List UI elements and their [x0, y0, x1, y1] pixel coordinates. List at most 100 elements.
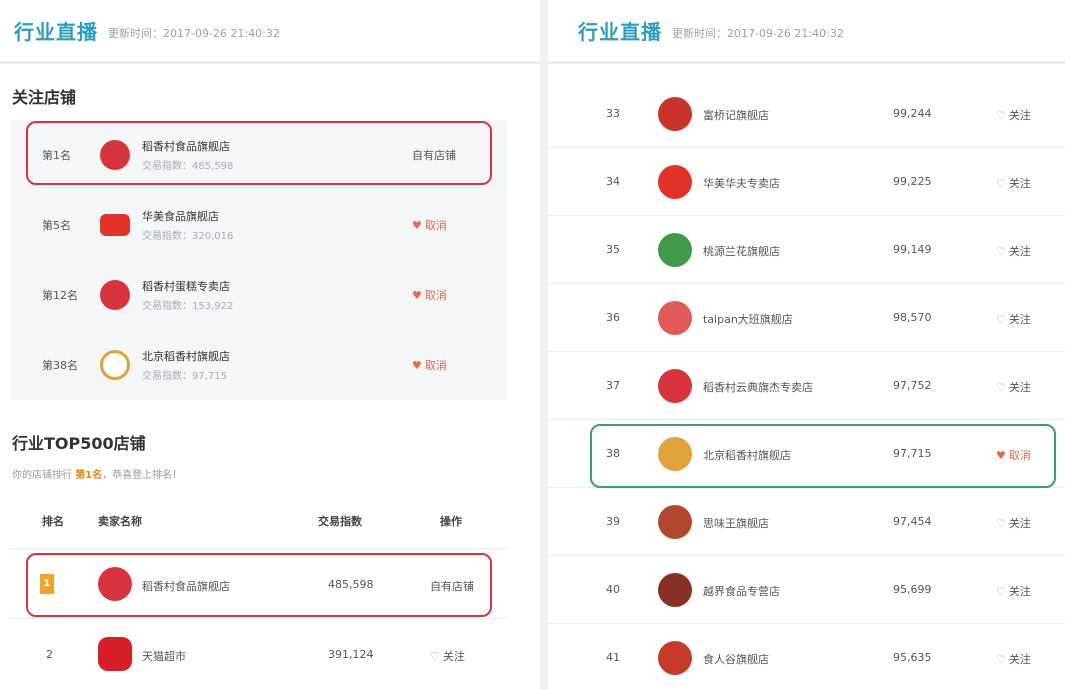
follow-button[interactable]: ♡ 关注	[996, 175, 1031, 191]
highlight-box	[26, 121, 492, 185]
right-panel: 行业直播 更新时间：2017-09-26 21:40:32 33 富桥记旗舰店 99…	[548, 0, 1065, 689]
trade-index: 99,225	[893, 175, 932, 188]
follow-button[interactable]: ♡ 关注	[996, 107, 1031, 123]
rank-number: 34	[606, 175, 620, 188]
follow-button[interactable]: ♡ 关注	[996, 379, 1031, 395]
store-name[interactable]: taipan大班旗舰店	[703, 311, 793, 327]
store-trade-index: 交易指数：153,922	[142, 301, 234, 312]
ranking-row[interactable]: 40 越界食品专营店 95,699 ♡ 关注	[548, 556, 1065, 624]
follow-section-title: 关注店铺	[12, 88, 77, 107]
follow-button[interactable]: ♡ 关注	[996, 651, 1031, 667]
rank-number: 37	[606, 379, 620, 392]
trade-index: 97,752	[893, 379, 932, 392]
store-trade-index: 交易指数：320,016	[142, 231, 234, 242]
store-logo-icon	[100, 350, 130, 380]
col-name: 卖家名称	[98, 515, 142, 528]
store-logo-icon	[658, 505, 692, 539]
ranking-row[interactable]: 35 桃源兰花旗舰店 99,149 ♡ 关注	[548, 216, 1065, 284]
store-rank: 第12名	[42, 289, 78, 302]
store-rank: 第5名	[42, 219, 71, 232]
follow-button[interactable]: ♡ 关注	[996, 311, 1031, 327]
store-trade-index: 交易指数：97,715	[142, 371, 227, 382]
trade-index: 99,149	[893, 243, 932, 256]
heart-icon: ♥	[412, 219, 422, 232]
heart-outline-icon: ♡	[996, 109, 1006, 122]
header-title: 行业直播	[578, 20, 662, 44]
unfollow-button[interactable]: ♥ 取消	[412, 357, 447, 373]
trade-index: 95,635	[893, 651, 932, 664]
trade-index: 99,244	[893, 107, 932, 120]
heart-outline-icon: ♡	[996, 585, 1006, 598]
divider	[10, 618, 507, 619]
rank-number: 39	[606, 515, 620, 528]
heart-outline-icon: ♡	[996, 517, 1006, 530]
store-rank: 第38名	[42, 359, 78, 372]
store-name[interactable]: 北京稻香村旗舰店	[142, 348, 412, 364]
left-panel: 行业直播 更新时间：2017-09-26 21:40:32 关注店铺 第1名 稻…	[0, 0, 540, 689]
heart-icon: ♥	[412, 289, 422, 302]
rank-number: 36	[606, 311, 620, 324]
store-logo-icon	[658, 641, 692, 675]
unfollow-button[interactable]: ♥ 取消	[412, 287, 447, 303]
follow-button[interactable]: ♡ 关注	[430, 648, 465, 664]
heart-outline-icon: ♡	[996, 177, 1006, 190]
rank-note: 你的店铺排行 第1名，恭喜登上排名！	[12, 470, 183, 481]
rank-number: 33	[606, 107, 620, 120]
rank-number: 41	[606, 651, 620, 664]
followed-store-row[interactable]: 第12名 稻香村蛋糕专卖店 交易指数：153,922 ♥ 取消	[10, 260, 507, 330]
top500-section-title: 行业TOP500店铺	[12, 434, 146, 453]
followed-store-row[interactable]: 第5名 华美食品旗舰店 交易指数：320,016 ♥ 取消	[10, 190, 507, 260]
store-name[interactable]: 华美食品旗舰店	[142, 208, 412, 224]
ranking-row[interactable]: 34 华美华夫专卖店 99,225 ♡ 关注	[548, 148, 1065, 216]
rank-number: 2	[46, 648, 53, 661]
follow-button[interactable]: ♡ 关注	[996, 243, 1031, 259]
highlight-box	[590, 424, 1056, 488]
left-header: 行业直播 更新时间：2017-09-26 21:40:32	[0, 0, 540, 64]
divider	[10, 548, 507, 549]
store-logo-icon	[100, 214, 130, 236]
follow-button[interactable]: ♡ 关注	[996, 583, 1031, 599]
store-name[interactable]: 桃源兰花旗舰店	[703, 243, 780, 259]
heart-outline-icon: ♡	[996, 653, 1006, 666]
col-rank: 排名	[42, 515, 64, 528]
ranking-row[interactable]: 33 富桥记旗舰店 99,244 ♡ 关注	[548, 80, 1065, 148]
store-logo-icon	[658, 573, 692, 607]
table-header: 排名 卖家名称 交易指数 操作	[10, 505, 507, 535]
followed-store-row[interactable]: 第38名 北京稻香村旗舰店 交易指数：97,715 ♥ 取消	[10, 330, 507, 400]
heart-outline-icon: ♡	[996, 313, 1006, 326]
store-logo-icon	[658, 301, 692, 335]
store-name[interactable]: 华美华夫专卖店	[703, 175, 780, 191]
store-logo-icon	[100, 280, 130, 310]
col-index: 交易指数	[318, 515, 362, 528]
panel-divider	[540, 0, 548, 689]
store-name[interactable]: 富桥记旗舰店	[703, 107, 769, 123]
ranking-row[interactable]: 39 思味王旗舰店 97,454 ♡ 关注	[548, 488, 1065, 556]
rank-number: 35	[606, 243, 620, 256]
ranking-row[interactable]: 36 taipan大班旗舰店 98,570 ♡ 关注	[548, 284, 1065, 352]
header-title: 行业直播	[14, 20, 98, 44]
heart-outline-icon: ♡	[996, 381, 1006, 394]
follow-button[interactable]: ♡ 关注	[996, 515, 1031, 531]
store-logo-icon	[658, 369, 692, 403]
unfollow-button[interactable]: ♥ 取消	[412, 217, 447, 233]
ranking-row[interactable]: 37 稻香村云典旗杰专卖店 97,752 ♡ 关注	[548, 352, 1065, 420]
heart-outline-icon: ♡	[996, 245, 1006, 258]
heart-icon: ♥	[412, 359, 422, 372]
table-row[interactable]: 2 天猫超市 391,124 ♡ 关注	[10, 622, 507, 686]
store-logo-icon	[658, 233, 692, 267]
update-time: 更新时间：2017-09-26 21:40:32	[108, 26, 280, 40]
highlight-box	[26, 553, 492, 617]
trade-index: 97,454	[893, 515, 932, 528]
store-name[interactable]: 思味王旗舰店	[703, 515, 769, 531]
store-logo-icon	[658, 97, 692, 131]
store-name[interactable]: 食人谷旗舰店	[703, 651, 769, 667]
store-name[interactable]: 越界食品专营店	[703, 583, 780, 599]
trade-index: 391,124	[328, 648, 374, 661]
update-time: 更新时间：2017-09-26 21:40:32	[672, 26, 844, 40]
store-name[interactable]: 稻香村云典旗杰专卖店	[703, 379, 813, 395]
right-header: 行业直播 更新时间：2017-09-26 21:40:32	[548, 0, 1065, 64]
store-name[interactable]: 稻香村蛋糕专卖店	[142, 278, 412, 294]
rank-number: 40	[606, 583, 620, 596]
ranking-row[interactable]: 41 食人谷旗舰店 95,635 ♡ 关注	[548, 624, 1065, 689]
store-name[interactable]: 天猫超市	[142, 648, 186, 664]
